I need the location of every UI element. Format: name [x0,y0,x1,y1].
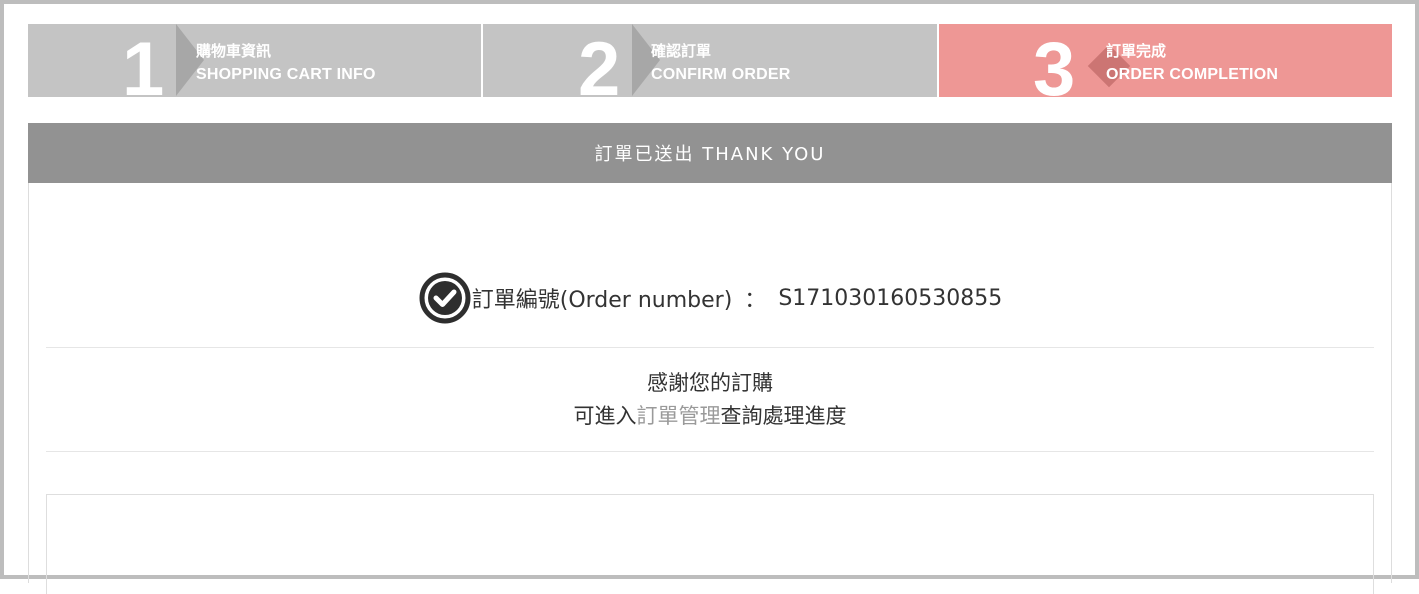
step-title-en: CONFIRM ORDER [651,66,791,83]
order-number-line: 訂單編號(Order number) ： S171030160530855 [29,270,1391,326]
check-circle-icon [419,272,471,324]
order-number-value: S171030160530855 [778,285,1003,311]
checkout-steps: 1 購物車資訊 SHOPPING CART INFO 2 確認訂單 CONFIR… [28,24,1392,97]
step-number: 3 [1033,27,1076,98]
divider [46,347,1374,348]
step-confirm-order: 2 確認訂單 CONFIRM ORDER [483,24,937,97]
order-number-separator: ： [744,288,767,313]
step-number: 1 [122,27,165,98]
order-number-label: 訂單編號(Order number) [471,288,733,313]
order-complete-panel: 訂單已送出 THANK YOU 訂單編號(Order number) ： S17… [28,123,1392,594]
order-management-hint: 可進入訂單管理查詢處理進度 [29,400,1391,433]
step-title-zh: 購物車資訊 [196,42,272,60]
panel-header: 訂單已送出 THANK YOU [28,123,1392,183]
hint-suffix: 查詢處理進度 [720,404,847,428]
step-shopping-cart-info: 1 購物車資訊 SHOPPING CART INFO [28,24,481,97]
step-title-zh: 確認訂單 [651,42,712,60]
thanks-line: 感謝您的訂購 [647,371,773,395]
step-number: 2 [578,27,621,98]
step-title-zh: 訂單完成 [1106,42,1167,60]
divider [46,451,1374,452]
order-management-link[interactable]: 訂單管理 [637,404,721,428]
thanks-message: 感謝您的訂購 可進入訂單管理查詢處理進度 [29,367,1391,433]
step-title-en: SHOPPING CART INFO [196,66,376,83]
step-title-en: ORDER COMPLETION [1106,66,1279,83]
hint-prefix: 可進入 [573,404,637,428]
step-order-completion: 3 訂單完成 ORDER COMPLETION [939,24,1392,97]
order-details-box [46,494,1374,594]
